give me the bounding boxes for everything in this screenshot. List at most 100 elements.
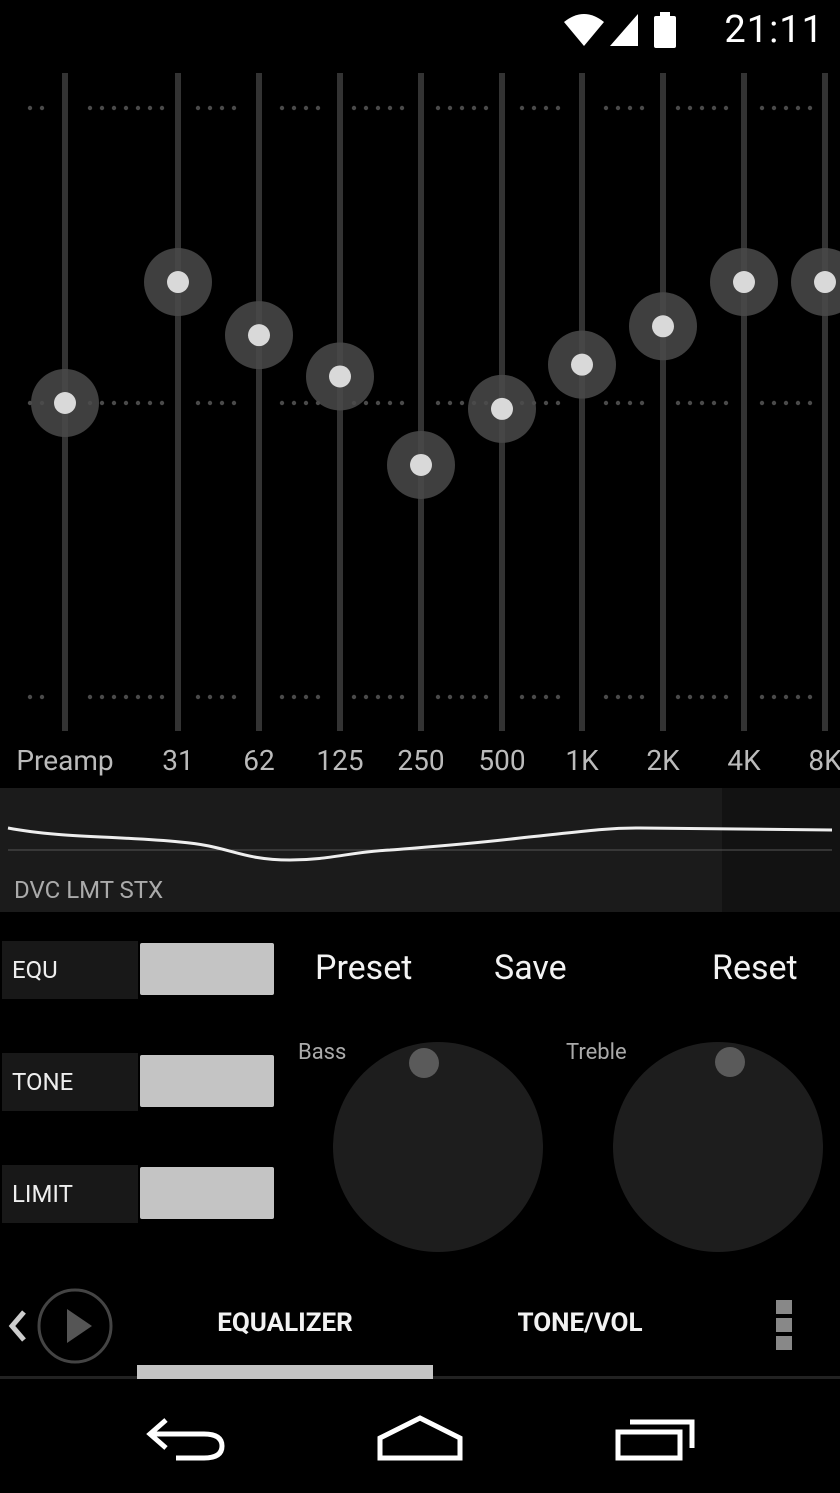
slider-4k[interactable]: [710, 73, 778, 731]
grid-dot: [639, 400, 645, 406]
grid-dot: [207, 694, 213, 700]
recents-icon[interactable]: [614, 1414, 698, 1462]
tab-tone-vol[interactable]: TONE/VOL: [517, 1308, 642, 1338]
grid-dot: [723, 105, 729, 111]
grid-dot: [231, 694, 237, 700]
signal-icon: [610, 14, 638, 46]
grid-dot: [543, 105, 549, 111]
grid-dot: [555, 400, 561, 406]
grid-dot: [543, 694, 549, 700]
grid-dot: [675, 400, 681, 406]
slider-preamp[interactable]: [31, 73, 99, 731]
grid-dot: [459, 694, 465, 700]
grid-dot: [687, 105, 693, 111]
grid-dot: [135, 105, 141, 111]
grid-dot: [759, 400, 765, 406]
grid-dot: [315, 105, 321, 111]
grid-dot: [99, 694, 105, 700]
grid-dot: [111, 694, 117, 700]
slider-500[interactable]: [468, 73, 536, 731]
grid-dot: [231, 400, 237, 406]
grid-dot: [783, 694, 789, 700]
bass-knob-indicator: [409, 1048, 439, 1078]
grid-dot: [195, 694, 201, 700]
grid-dot: [111, 105, 117, 111]
grid-dot: [675, 694, 681, 700]
grid-dot: [723, 694, 729, 700]
curve-line: [7, 826, 833, 862]
grid-dot: [615, 105, 621, 111]
band-label-250: 250: [397, 744, 445, 777]
grid-dot: [279, 105, 285, 111]
preset-button[interactable]: Preset: [315, 948, 412, 988]
slider-handle: [329, 365, 351, 388]
grid-dot: [123, 400, 129, 406]
grid-dot: [447, 694, 453, 700]
toggle-tone[interactable]: TONE: [0, 1053, 276, 1111]
grid-dot: [27, 105, 33, 111]
grid-dot: [555, 694, 561, 700]
treble-knob[interactable]: [613, 1042, 823, 1252]
grid-dot: [159, 694, 165, 700]
grid-dot: [387, 694, 393, 700]
play-icon: [67, 1309, 92, 1343]
grid-dot: [291, 105, 297, 111]
grid-dot: [111, 400, 117, 406]
toggle-equ-switch[interactable]: [140, 943, 274, 995]
grid-dot: [603, 400, 609, 406]
grid-dot: [207, 400, 213, 406]
battery-icon: [654, 12, 676, 48]
slider-track: [741, 73, 747, 731]
status-icons: [564, 12, 676, 48]
grid-dot: [279, 694, 285, 700]
toggle-limit[interactable]: LIMIT: [0, 1165, 276, 1223]
bass-knob[interactable]: [333, 1042, 543, 1252]
tab-indicator: [137, 1365, 433, 1379]
slider-track: [175, 73, 181, 731]
home-icon[interactable]: [376, 1414, 464, 1462]
grid-dot: [699, 400, 705, 406]
band-label-2k: 2K: [646, 744, 680, 777]
grid-dot: [519, 694, 525, 700]
toggle-tone-switch[interactable]: [140, 1055, 274, 1107]
band-label-62: 62: [243, 744, 275, 777]
grid-dot: [291, 400, 297, 406]
band-label-8k: 8K: [808, 744, 840, 777]
toggle-limit-label: LIMIT: [2, 1165, 138, 1223]
play-button[interactable]: [36, 1287, 114, 1365]
grid-dot: [147, 105, 153, 111]
grid-dot: [531, 105, 537, 111]
grid-dot: [687, 400, 693, 406]
slider-2k[interactable]: [629, 73, 697, 731]
back-icon[interactable]: [146, 1414, 226, 1462]
slider-track: [418, 73, 424, 731]
slider-31[interactable]: [144, 73, 212, 731]
slider-track: [660, 73, 666, 731]
overflow-menu-icon[interactable]: [774, 1298, 794, 1354]
grid-dot: [723, 400, 729, 406]
grid-dot: [279, 400, 285, 406]
grid-dot: [291, 694, 297, 700]
toggle-equ[interactable]: EQU: [0, 941, 276, 999]
grid-dot: [207, 105, 213, 111]
grid-dot: [399, 694, 405, 700]
chevron-left-icon[interactable]: [6, 1308, 30, 1344]
grid-dot: [519, 105, 525, 111]
save-button[interactable]: Save: [494, 948, 567, 988]
band-label-1k: 1K: [565, 744, 599, 777]
slider-250[interactable]: [387, 73, 455, 731]
grid-dot: [399, 105, 405, 111]
slider-handle: [814, 271, 836, 294]
grid-dot: [543, 400, 549, 406]
grid-dot: [471, 105, 477, 111]
tab-equalizer[interactable]: EQUALIZER: [217, 1308, 353, 1338]
slider-handle: [733, 271, 755, 294]
slider-track: [822, 73, 828, 731]
reset-button[interactable]: Reset: [712, 948, 798, 988]
toggle-limit-switch[interactable]: [140, 1167, 274, 1219]
grid-dot: [399, 400, 405, 406]
grid-dot: [135, 400, 141, 406]
grid-dot: [555, 105, 561, 111]
grid-dot: [795, 400, 801, 406]
band-label-31: 31: [162, 744, 194, 777]
